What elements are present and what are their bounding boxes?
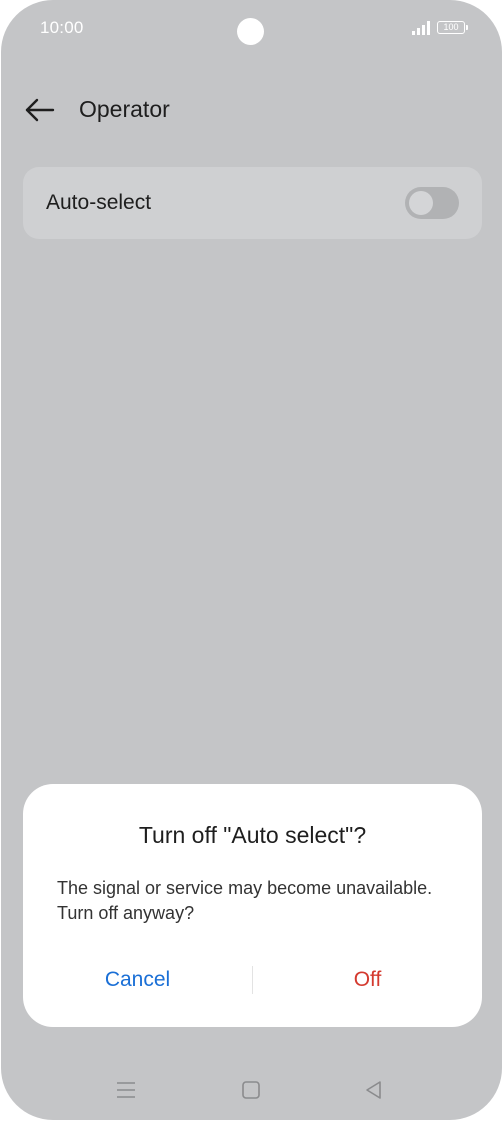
off-button[interactable]: Off (253, 952, 482, 1008)
signal-icon (412, 21, 430, 35)
back-triangle-icon[interactable] (362, 1078, 386, 1102)
navigation-bar (1, 1070, 502, 1110)
cancel-button[interactable]: Cancel (23, 952, 252, 1008)
battery-level: 100 (443, 22, 459, 32)
back-button[interactable] (23, 94, 57, 126)
page-title: Operator (79, 96, 170, 122)
menu-icon[interactable] (114, 1078, 138, 1102)
confirm-dialog: Turn off "Auto select"? The signal or se… (23, 784, 482, 1027)
dialog-actions: Cancel Off (23, 952, 482, 1008)
dialog-message: The signal or service may become unavail… (57, 878, 433, 923)
battery-icon: 100 (437, 21, 465, 34)
phone-screen: 10:00 100 Operator Auto-select Turn off … (1, 0, 502, 1120)
arrow-left-icon (25, 98, 55, 122)
auto-select-toggle[interactable] (405, 187, 459, 219)
app-header: Operator (1, 80, 502, 140)
status-time: 10:00 (40, 18, 84, 37)
camera-cutout (237, 18, 264, 45)
home-icon[interactable] (239, 1078, 263, 1102)
status-bar: 10:00 100 (1, 0, 502, 58)
battery-tip (466, 25, 468, 30)
auto-select-row[interactable]: Auto-select (23, 167, 482, 239)
dialog-title: Turn off "Auto select"? (138, 822, 367, 848)
toggle-knob (409, 191, 433, 215)
auto-select-label: Auto-select (46, 191, 152, 214)
